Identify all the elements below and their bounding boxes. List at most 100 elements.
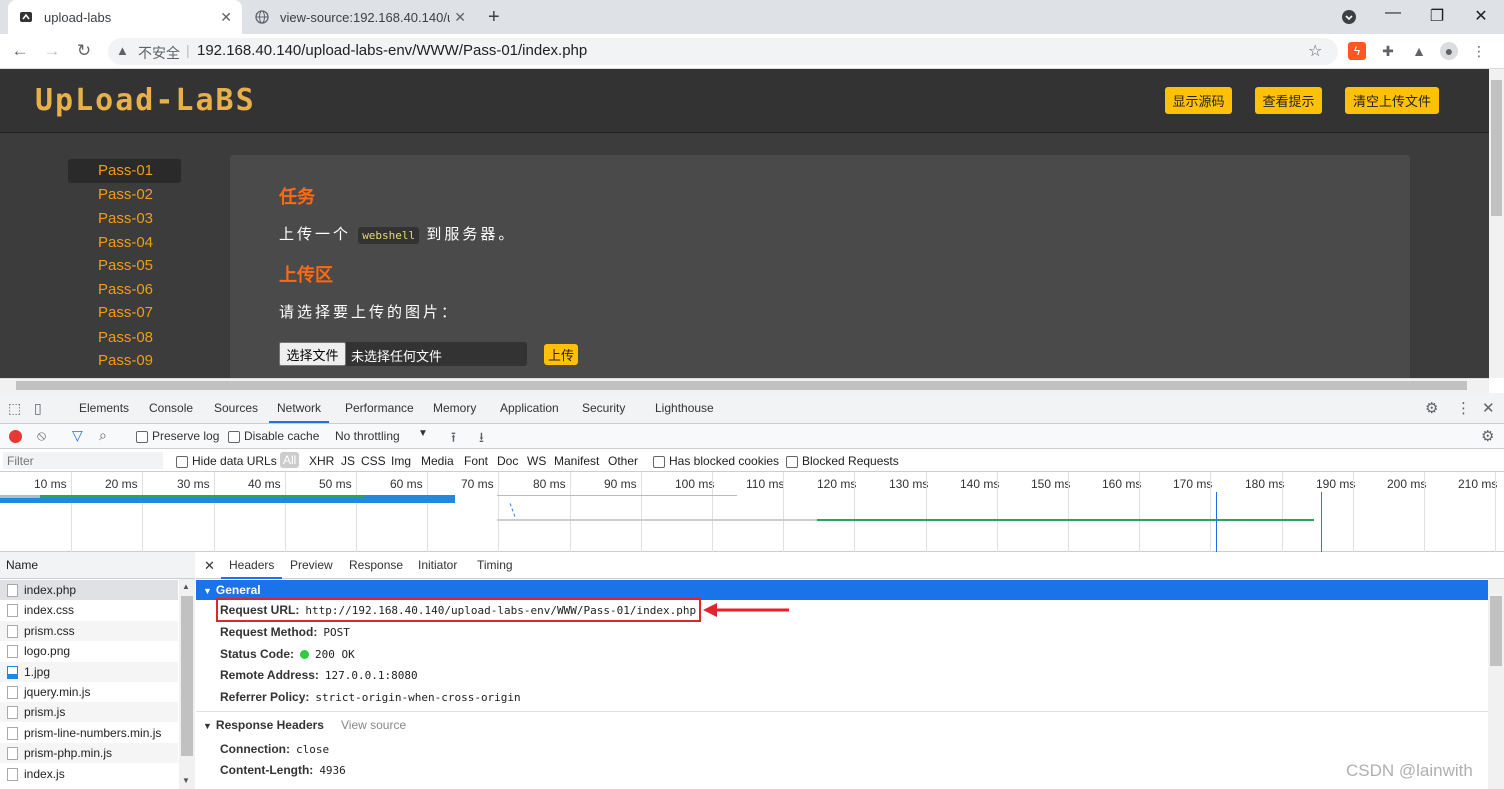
upload-button[interactable]: 上传 xyxy=(544,344,578,365)
clear-uploads-button[interactable]: 清空上传文件 xyxy=(1345,87,1439,114)
detail-tab-initiator[interactable]: Initiator xyxy=(410,552,465,579)
pass-link-08[interactable]: Pass-08 xyxy=(68,326,181,350)
browser-tab-active[interactable]: upload-labs ✕ xyxy=(8,0,242,34)
minimize-icon[interactable]: — xyxy=(1383,4,1403,22)
pass-link-09[interactable]: Pass-09 xyxy=(68,349,181,373)
pass-link-03[interactable]: Pass-03 xyxy=(68,207,181,231)
detail-tab-headers[interactable]: Headers xyxy=(221,552,283,579)
close-detail-icon[interactable]: ✕ xyxy=(204,558,215,574)
throttling-select[interactable]: No throttling xyxy=(335,429,400,443)
request-row[interactable]: logo.png xyxy=(0,641,178,661)
devtools-tab-network[interactable]: Network xyxy=(269,393,330,423)
scroll-down-icon[interactable]: ▼ xyxy=(182,776,190,785)
file-input[interactable]: 选择文件 未选择任何文件 xyxy=(279,342,527,366)
checkbox-icon[interactable] xyxy=(786,455,798,468)
type-filter-css[interactable]: CSS xyxy=(361,454,386,468)
record-icon[interactable] xyxy=(9,430,22,443)
choose-file-button[interactable]: 选择文件 xyxy=(279,342,346,366)
reload-icon[interactable]: ↻ xyxy=(74,41,94,61)
details-scroll-thumb[interactable] xyxy=(1490,596,1502,666)
type-filter-img[interactable]: Img xyxy=(391,454,411,468)
export-har-icon[interactable]: ⭳ xyxy=(479,427,484,451)
preserve-log-checkbox[interactable]: Preserve log xyxy=(136,429,219,443)
checkbox-icon[interactable] xyxy=(136,430,148,443)
type-filter-xhr[interactable]: XHR xyxy=(309,454,334,468)
request-row[interactable]: index.css xyxy=(0,600,178,620)
profile-avatar-icon[interactable]: ● xyxy=(1440,42,1458,60)
pass-link-04[interactable]: Pass-04 xyxy=(68,231,181,255)
menu-dots-icon[interactable]: ⋮ xyxy=(1470,42,1488,60)
show-source-button[interactable]: 显示源码 xyxy=(1165,87,1232,114)
filter-input[interactable] xyxy=(3,452,163,469)
detail-tab-response[interactable]: Response xyxy=(341,552,411,579)
browser-tab[interactable]: view-source:192.168.40.140/u ✕ xyxy=(244,0,476,34)
general-section-header[interactable]: ▼ General xyxy=(196,580,1488,600)
new-tab-button[interactable]: + xyxy=(488,6,500,29)
devtools-tab-application[interactable]: Application xyxy=(492,393,567,423)
request-row[interactable]: prism.css xyxy=(0,621,178,641)
bookmark-star-icon[interactable]: ☆ xyxy=(1308,41,1322,61)
pass-link-01[interactable]: Pass-01 xyxy=(68,159,181,183)
request-row[interactable]: index.php xyxy=(0,580,178,600)
type-filter-media[interactable]: Media xyxy=(421,454,454,468)
type-filter-js[interactable]: JS xyxy=(341,454,355,468)
view-source-link[interactable]: View source xyxy=(341,718,406,732)
puzzle-icon[interactable]: ✚ xyxy=(1379,42,1397,60)
type-filter-other[interactable]: Other xyxy=(608,454,638,468)
page-vertical-scroll-thumb[interactable] xyxy=(1491,80,1502,216)
blocked-cookies-checkbox[interactable]: Has blocked cookies xyxy=(653,454,779,468)
url-text[interactable]: 192.168.40.140/upload-labs-env/WWW/Pass-… xyxy=(197,42,587,59)
maximize-icon[interactable]: ❐ xyxy=(1427,6,1447,26)
request-row[interactable]: index.js xyxy=(0,764,178,784)
request-list-scroll-thumb[interactable] xyxy=(181,596,193,756)
type-filter-font[interactable]: Font xyxy=(464,454,488,468)
devtools-tab-console[interactable]: Console xyxy=(141,393,201,423)
type-filter-ws[interactable]: WS xyxy=(527,454,546,468)
type-filter-manifest[interactable]: Manifest xyxy=(554,454,599,468)
checkbox-icon[interactable] xyxy=(228,430,240,443)
close-window-icon[interactable]: ✕ xyxy=(1471,6,1491,26)
disable-cache-checkbox[interactable]: Disable cache xyxy=(228,429,319,443)
devtools-tab-performance[interactable]: Performance xyxy=(337,393,422,423)
hide-data-urls-checkbox[interactable]: Hide data URLs xyxy=(176,454,277,468)
request-row[interactable]: prism-line-numbers.min.js xyxy=(0,723,178,743)
request-row[interactable]: 1.jpg xyxy=(0,662,178,682)
devtools-tab-lighthouse[interactable]: Lighthouse xyxy=(647,393,722,423)
pass-link-02[interactable]: Pass-02 xyxy=(68,183,181,207)
blocked-requests-checkbox[interactable]: Blocked Requests xyxy=(786,454,899,468)
request-row[interactable]: prism.js xyxy=(0,702,178,722)
extension-icon[interactable]: ϟ xyxy=(1348,42,1366,60)
request-row[interactable]: jquery.min.js xyxy=(0,682,178,702)
device-toolbar-icon[interactable]: ▯ xyxy=(34,400,42,417)
devtools-menu-icon[interactable]: ⋮ xyxy=(1456,399,1471,417)
chevron-down-icon[interactable]: ▼ xyxy=(418,428,428,439)
detail-tab-timing[interactable]: Timing xyxy=(469,552,521,579)
type-filter-all[interactable]: All xyxy=(280,452,300,468)
settings-gear-icon[interactable]: ⚙ xyxy=(1425,399,1438,417)
response-headers-section-header[interactable]: ▼ Response Headers xyxy=(203,718,324,732)
pass-link-06[interactable]: Pass-06 xyxy=(68,278,181,302)
request-row[interactable]: prism-php.min.js xyxy=(0,743,178,763)
network-settings-icon[interactable]: ⚙ xyxy=(1481,427,1494,445)
filter-icon[interactable]: ▽ xyxy=(72,427,83,444)
import-har-icon[interactable]: ⭱ xyxy=(451,427,456,451)
clear-icon[interactable]: ⦸ xyxy=(37,427,46,444)
flask-icon[interactable]: ▲ xyxy=(1410,42,1428,60)
type-filter-doc[interactable]: Doc xyxy=(497,454,518,468)
inspect-element-icon[interactable]: ⬚ xyxy=(8,400,21,417)
checkbox-icon[interactable] xyxy=(653,455,665,468)
detail-tab-preview[interactable]: Preview xyxy=(282,552,341,579)
tab-search-icon[interactable] xyxy=(1339,9,1359,30)
pass-link-05[interactable]: Pass-05 xyxy=(68,254,181,278)
back-icon[interactable]: ← xyxy=(10,41,30,61)
close-devtools-icon[interactable]: ✕ xyxy=(1482,399,1495,417)
checkbox-icon[interactable] xyxy=(176,455,188,468)
pass-link-07[interactable]: Pass-07 xyxy=(68,301,181,325)
scroll-up-icon[interactable]: ▲ xyxy=(182,582,190,591)
close-tab-icon[interactable]: ✕ xyxy=(220,9,232,26)
devtools-tab-elements[interactable]: Elements xyxy=(71,393,137,423)
close-tab-icon[interactable]: ✕ xyxy=(454,9,466,26)
page-horizontal-scroll-thumb[interactable] xyxy=(16,381,1467,390)
omnibox[interactable]: ▲ 不安全 | 192.168.40.140/upload-labs-env/W… xyxy=(108,38,1338,65)
search-icon[interactable]: ⌕ xyxy=(99,427,107,444)
